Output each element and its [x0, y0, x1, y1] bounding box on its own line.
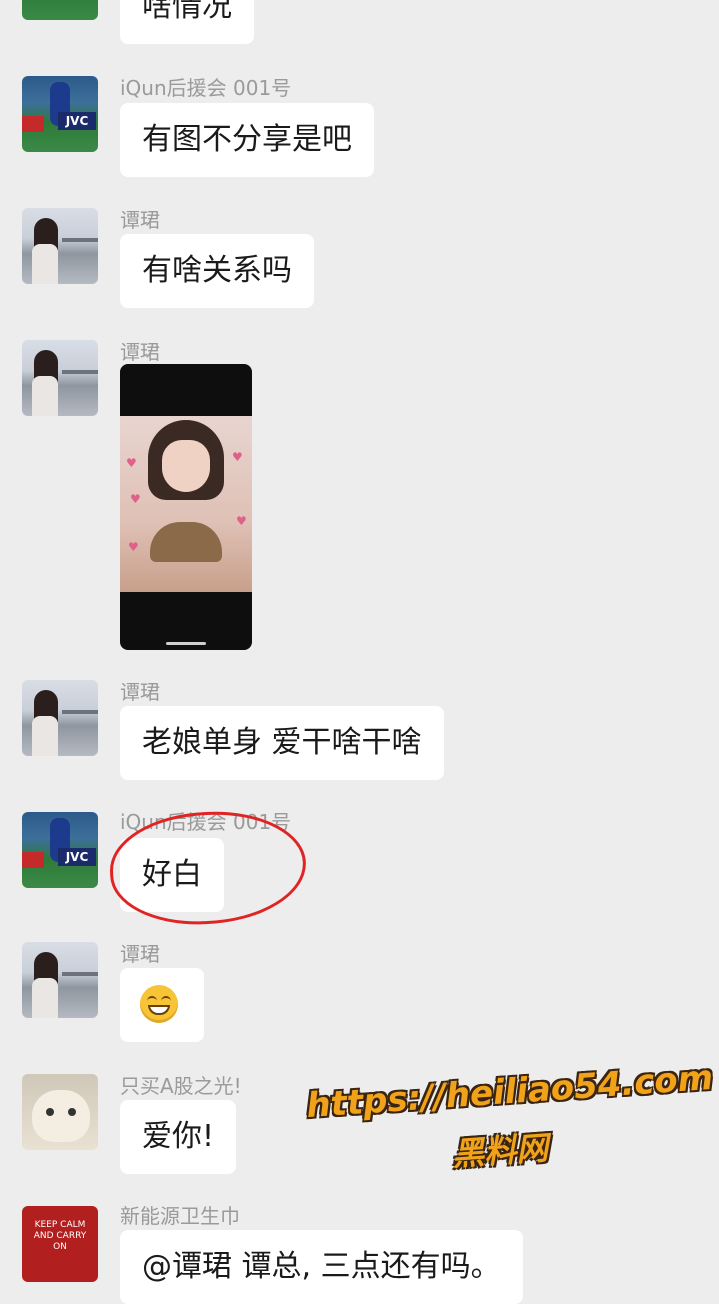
avatar-logo: JVC [58, 112, 96, 130]
avatar[interactable] [22, 340, 98, 416]
avatar-banner [22, 116, 44, 132]
message-bubble[interactable]: 爱你! [120, 1100, 237, 1174]
photo-face [162, 440, 210, 492]
sender-name: 谭珺 [120, 680, 160, 704]
emoji-eye [147, 996, 157, 1003]
avatar[interactable]: JVC [22, 812, 98, 888]
heart-icon: ♥ [128, 540, 139, 554]
heart-icon: ♥ [232, 450, 243, 464]
message-bubble[interactable]: 有图不分享是吧 [120, 103, 374, 177]
heart-icon: ♥ [126, 456, 137, 470]
message-bubble[interactable]: @谭珺 谭总, 三点还有吗。 [120, 1230, 523, 1304]
avatar-cat-face [32, 1090, 90, 1142]
avatar[interactable] [22, 680, 98, 756]
heart-icon: ♥ [130, 492, 141, 506]
avatar-bg [62, 370, 98, 374]
image-message[interactable]: ♥ ♥ ♥ ♥ ♥ [120, 364, 252, 650]
avatar-bg [62, 710, 98, 714]
message-bubble[interactable]: 啥情况 [120, 0, 254, 44]
sender-name: 谭珺 [120, 208, 160, 232]
sender-name: iQun后援会 001号 [120, 76, 292, 100]
message-bubble[interactable]: 有啥关系吗 [120, 234, 314, 308]
sender-name: 谭珺 [120, 942, 160, 966]
avatar[interactable] [22, 1074, 98, 1150]
avatar[interactable] [22, 208, 98, 284]
emoji-eye [161, 996, 171, 1003]
avatar-bg [62, 972, 98, 976]
avatar[interactable] [22, 0, 98, 20]
avatar[interactable] [22, 942, 98, 1018]
avatar-cat-eye [68, 1108, 76, 1116]
avatar-cat-eye [46, 1108, 54, 1116]
heart-icon: ♥ [236, 514, 247, 528]
watermark-url: https://heiliao54.com [305, 1057, 715, 1127]
avatar[interactable]: KEEP CALM AND CARRY ON [22, 1206, 98, 1282]
photo-clothing [150, 522, 222, 562]
avatar-keep-calm-text: KEEP CALM AND CARRY ON [33, 1220, 87, 1252]
message-bubble[interactable]: 老娘单身 爱干啥干啥 [120, 706, 444, 780]
grinning-face-icon [140, 985, 178, 1023]
video-progress-bar [166, 642, 206, 645]
avatar[interactable]: JVC [22, 76, 98, 152]
avatar-figure-body [32, 376, 58, 416]
emoji-mouth [148, 1005, 170, 1015]
watermark-name: 黑料网 [450, 1128, 550, 1174]
sender-name: 新能源卫生巾 [120, 1204, 240, 1228]
avatar-banner [22, 852, 44, 868]
avatar-bg [62, 238, 98, 242]
avatar-logo: JVC [58, 848, 96, 866]
avatar-figure-body [32, 716, 58, 756]
avatar-figure-body [32, 978, 58, 1018]
sender-name: 只买A股之光! [120, 1074, 242, 1098]
sender-name: 谭珺 [120, 340, 160, 364]
avatar-figure-body [32, 244, 58, 284]
